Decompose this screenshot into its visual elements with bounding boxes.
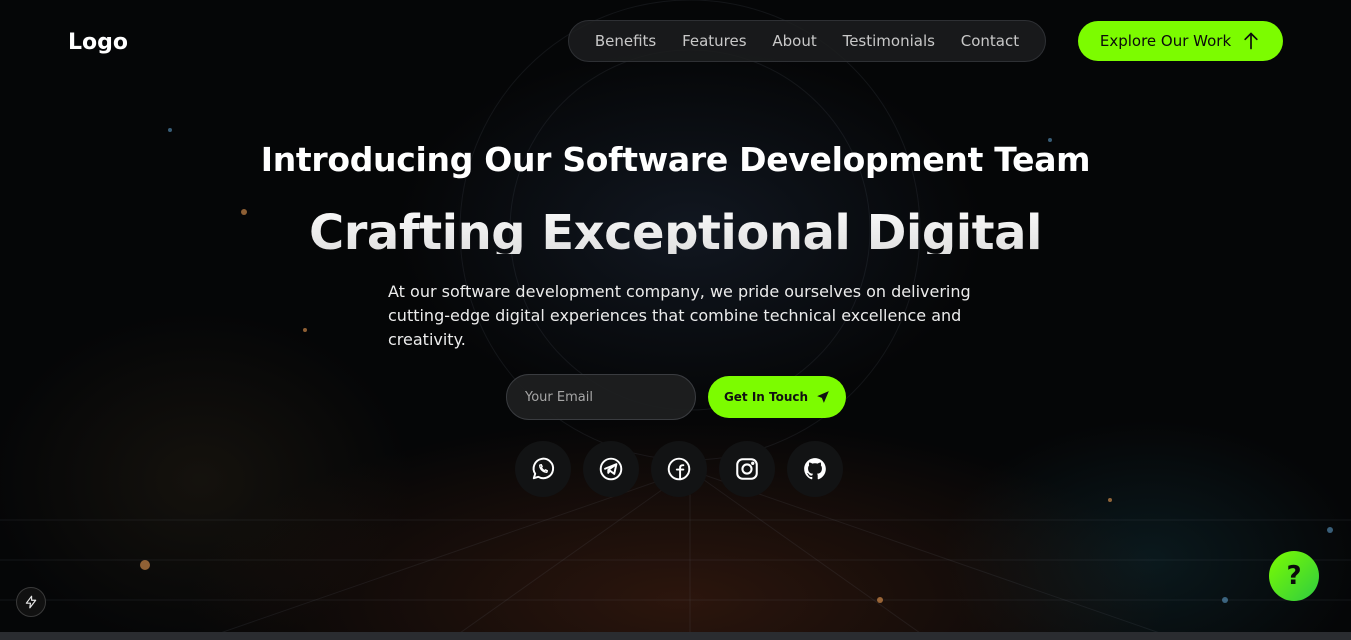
github-link[interactable]	[787, 441, 843, 497]
hero-headline-wrapper: Crafting Exceptional Digital	[0, 198, 1351, 254]
social-links	[515, 441, 843, 497]
nav-link-benefits[interactable]: Benefits	[595, 32, 656, 50]
nav-link-testimonials[interactable]: Testimonials	[843, 32, 935, 50]
telegram-icon	[599, 457, 623, 481]
hero-title: Introducing Our Software Development Tea…	[260, 140, 1091, 179]
github-icon	[804, 458, 826, 480]
get-in-touch-label: Get In Touch	[723, 390, 809, 404]
hero-headline: Crafting Exceptional Digital	[0, 198, 1351, 254]
lightning-icon	[25, 595, 37, 609]
send-icon	[817, 391, 829, 403]
arrow-up-icon	[1244, 32, 1258, 50]
instagram-link[interactable]	[719, 441, 775, 497]
nav-link-about[interactable]: About	[772, 32, 816, 50]
nav-link-contact[interactable]: Contact	[961, 32, 1019, 50]
facebook-link[interactable]	[651, 441, 707, 497]
get-in-touch-button[interactable]: Get In Touch	[708, 376, 846, 418]
logo[interactable]: Logo	[68, 30, 128, 55]
instagram-icon	[736, 458, 758, 480]
facebook-icon	[667, 457, 691, 481]
whatsapp-link[interactable]	[515, 441, 571, 497]
nav-link-features[interactable]: Features	[682, 32, 747, 50]
whatsapp-icon	[532, 457, 555, 480]
bolt-button[interactable]	[16, 587, 46, 617]
main-nav: Benefits Features About Testimonials Con…	[568, 20, 1046, 62]
bottom-scroll-bar	[0, 632, 1351, 640]
telegram-link[interactable]	[583, 441, 639, 497]
email-input[interactable]	[506, 374, 696, 420]
help-button[interactable]: ?	[1269, 551, 1319, 601]
explore-our-work-button[interactable]: Explore Our Work	[1078, 21, 1283, 61]
explore-button-label: Explore Our Work	[1099, 32, 1232, 50]
hero-description: At our software development company, we …	[388, 282, 971, 349]
